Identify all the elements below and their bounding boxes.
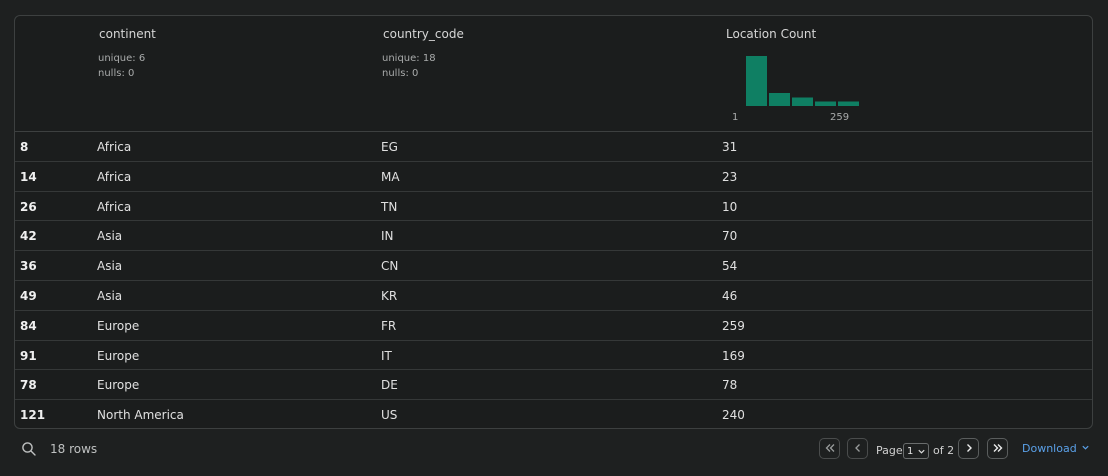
- row-index: 42: [20, 229, 37, 244]
- search-icon[interactable]: [21, 441, 37, 457]
- page-total: of 2: [933, 444, 955, 457]
- table-row[interactable]: 8 Africa EG 31: [15, 132, 1092, 162]
- cell-location-count: 78: [722, 378, 738, 393]
- cell-country-code: DE: [381, 378, 398, 393]
- chevron-down-icon: [917, 447, 926, 459]
- page-select-value: 1: [907, 445, 914, 457]
- row-index: 8: [20, 140, 29, 154]
- cell-country-code: IT: [381, 348, 392, 363]
- histogram-bar[interactable]: [838, 101, 859, 107]
- download-label: Download: [1022, 442, 1077, 455]
- row-index: 78: [20, 378, 37, 393]
- location-count-histogram: [746, 56, 859, 107]
- cell-continent: North America: [97, 408, 184, 423]
- histogram-min-label: 1: [732, 112, 739, 123]
- table-row[interactable]: 26 Africa TN 10: [15, 192, 1092, 222]
- prev-page-button[interactable]: [847, 438, 868, 459]
- table-body: 8 Africa EG 31 14 Africa MA 23 26 Africa TN 10 42 Asi…: [15, 132, 1092, 428]
- table-row[interactable]: 78 Europe DE 78: [15, 370, 1092, 401]
- column-nulls-stat: nulls: 0: [98, 68, 135, 79]
- cell-country-code: EG: [381, 140, 398, 154]
- row-index: 91: [20, 348, 37, 363]
- histogram-bar[interactable]: [815, 101, 836, 107]
- chevrons-left-icon: [824, 439, 836, 458]
- cell-country-code: TN: [381, 199, 398, 214]
- cell-country-code: MA: [381, 169, 400, 184]
- cell-location-count: 169: [722, 348, 745, 363]
- table-row[interactable]: 49 Asia KR 46: [15, 281, 1092, 311]
- row-index: 84: [20, 318, 37, 333]
- chevron-left-icon: [852, 439, 864, 458]
- rows-count: 18 rows: [50, 442, 98, 456]
- data-table: continent unique: 6 nulls: 0 country_cod…: [14, 15, 1093, 429]
- column-name: continent: [99, 27, 156, 41]
- cell-country-code: CN: [381, 259, 399, 274]
- row-index: 121: [20, 408, 46, 423]
- table-row[interactable]: 84 Europe FR 259: [15, 311, 1092, 341]
- cell-continent: Asia: [97, 229, 123, 244]
- column-name: country_code: [383, 27, 464, 41]
- cell-continent: Europe: [97, 378, 140, 393]
- cell-location-count: 70: [722, 229, 738, 244]
- cell-country-code: KR: [381, 288, 398, 303]
- table-row[interactable]: 42 Asia IN 70: [15, 221, 1092, 252]
- cell-continent: Africa: [97, 199, 132, 214]
- cell-continent: Africa: [97, 140, 132, 154]
- chevron-down-icon: [1081, 442, 1090, 455]
- column-nulls-stat: nulls: 0: [382, 68, 419, 79]
- table-row[interactable]: 36 Asia CN 54: [15, 251, 1092, 281]
- cell-country-code: IN: [381, 229, 394, 244]
- column-unique-stat: unique: 18: [382, 53, 436, 64]
- cell-location-count: 46: [722, 288, 738, 303]
- histogram-bar[interactable]: [792, 97, 813, 107]
- first-page-button[interactable]: [819, 438, 840, 459]
- histogram-bar[interactable]: [746, 56, 767, 106]
- table-footer: 18 rows Page 1 of 2 Download: [0, 430, 1108, 476]
- cell-continent: Asia: [97, 288, 123, 303]
- cell-continent: Asia: [97, 259, 123, 274]
- cell-continent: Europe: [97, 318, 140, 333]
- download-button[interactable]: Download: [1022, 442, 1090, 455]
- table-row[interactable]: 121 North America US 240: [15, 400, 1092, 428]
- chevrons-right-icon: [992, 439, 1004, 458]
- histogram-max-label: 259: [830, 112, 850, 123]
- cell-location-count: 31: [722, 140, 738, 154]
- column-unique-stat: unique: 6: [98, 53, 146, 64]
- cell-location-count: 240: [722, 408, 745, 423]
- row-index: 49: [20, 288, 37, 303]
- cell-location-count: 23: [722, 169, 738, 184]
- cell-continent: Europe: [97, 348, 140, 363]
- row-index: 14: [20, 169, 37, 184]
- cell-continent: Africa: [97, 169, 132, 184]
- next-page-button[interactable]: [958, 438, 979, 459]
- cell-location-count: 10: [722, 199, 738, 214]
- last-page-button[interactable]: [987, 438, 1008, 459]
- cell-location-count: 259: [722, 318, 745, 333]
- cell-country-code: US: [381, 408, 398, 423]
- cell-country-code: FR: [381, 318, 397, 333]
- page-label: Page: [876, 444, 903, 457]
- row-index: 26: [20, 199, 37, 214]
- table-header: continent unique: 6 nulls: 0 country_cod…: [15, 16, 1092, 132]
- histogram-bar[interactable]: [769, 93, 790, 106]
- table-row[interactable]: 91 Europe IT 169: [15, 341, 1092, 371]
- cell-location-count: 54: [722, 259, 738, 274]
- table-row[interactable]: 14 Africa MA 23: [15, 162, 1092, 192]
- row-index: 36: [20, 259, 37, 274]
- page-select[interactable]: 1: [903, 443, 929, 459]
- chevron-right-icon: [963, 439, 975, 458]
